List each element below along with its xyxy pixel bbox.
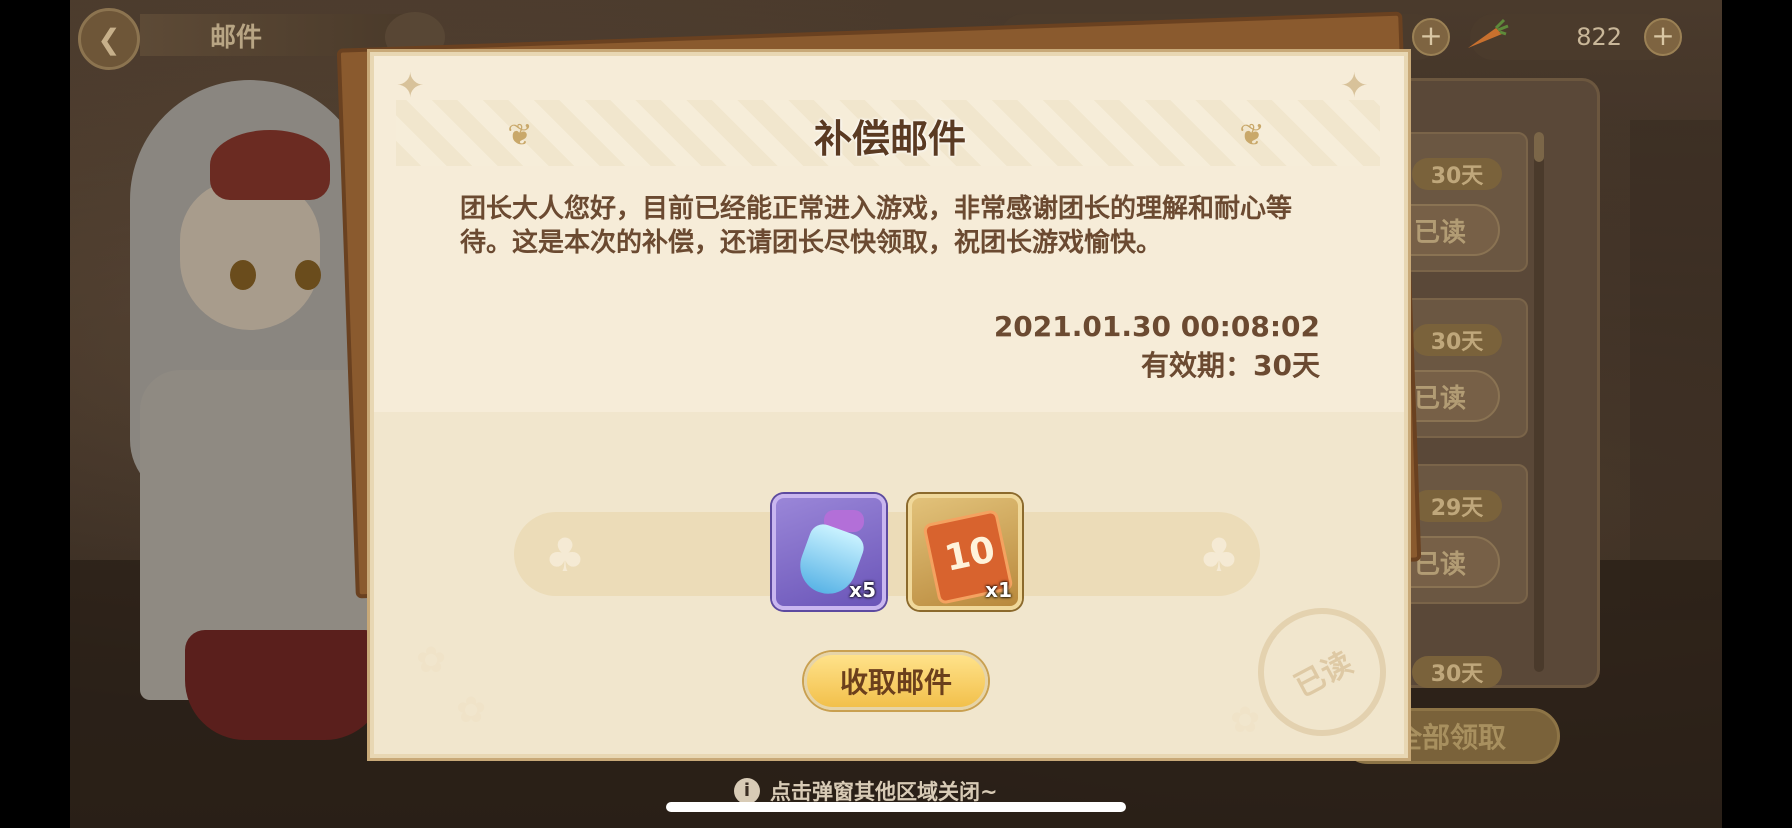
mail-expiry-badge: 30天	[1412, 324, 1502, 356]
title-swirl-icon: ❦	[507, 118, 533, 153]
page-title-text: 邮件	[210, 22, 263, 53]
character-eye	[295, 260, 321, 290]
title-swirl-icon: ❦	[1239, 118, 1265, 153]
corner-ornament-icon: ✦	[396, 66, 425, 106]
reward-count: x1	[985, 578, 1012, 602]
add-carrot-button[interactable]: +	[1644, 18, 1682, 56]
carrot-count: 822	[1576, 23, 1622, 51]
info-icon: i	[734, 778, 760, 804]
corner-ornament-icon: ✦	[1340, 66, 1369, 106]
reward-strip	[514, 512, 1260, 596]
add-resource-button[interactable]: +	[1412, 18, 1450, 56]
scrollbar-thumb[interactable]	[1534, 132, 1544, 162]
background-pillar	[1630, 120, 1722, 620]
home-indicator[interactable]	[666, 802, 1126, 812]
flower-decoration-icon: ✿	[456, 690, 487, 731]
flower-decoration-icon: ✿	[1230, 700, 1261, 741]
reward-count: x5	[849, 578, 876, 602]
scrollbar[interactable]	[1534, 132, 1544, 672]
clover-icon: ♣	[1198, 528, 1240, 582]
reward-item-ticket[interactable]: 10 x1	[908, 494, 1022, 610]
clover-icon: ♣	[544, 528, 586, 582]
mail-expiry-badge: 30天	[1412, 158, 1502, 190]
carrot-icon	[1468, 18, 1509, 48]
mail-date: 2021.01.30 00:08:02	[993, 310, 1320, 343]
mail-message: 团长大人您好，目前已经能正常进入游戏，非常感谢团长的理解和耐心等待。这是本次的补…	[460, 194, 1293, 258]
back-button[interactable]: ❮	[78, 8, 140, 70]
mail-expiry: 有效期：30天	[1141, 349, 1320, 382]
flower-decoration-icon: ✿	[416, 640, 447, 681]
mail-expiry-badge: 29天	[1412, 490, 1502, 522]
claim-mail-button[interactable]: 收取邮件	[804, 652, 988, 710]
character-skirt	[185, 630, 385, 740]
mail-expiry-badge: 30天	[1412, 656, 1502, 688]
character-hat	[210, 130, 330, 200]
reward-item-potion[interactable]: x5	[772, 494, 886, 610]
popup-title: 补偿邮件	[813, 117, 966, 161]
heart-back-icon: ❮	[97, 22, 121, 56]
character-eye	[230, 260, 256, 290]
character-face	[180, 180, 320, 330]
